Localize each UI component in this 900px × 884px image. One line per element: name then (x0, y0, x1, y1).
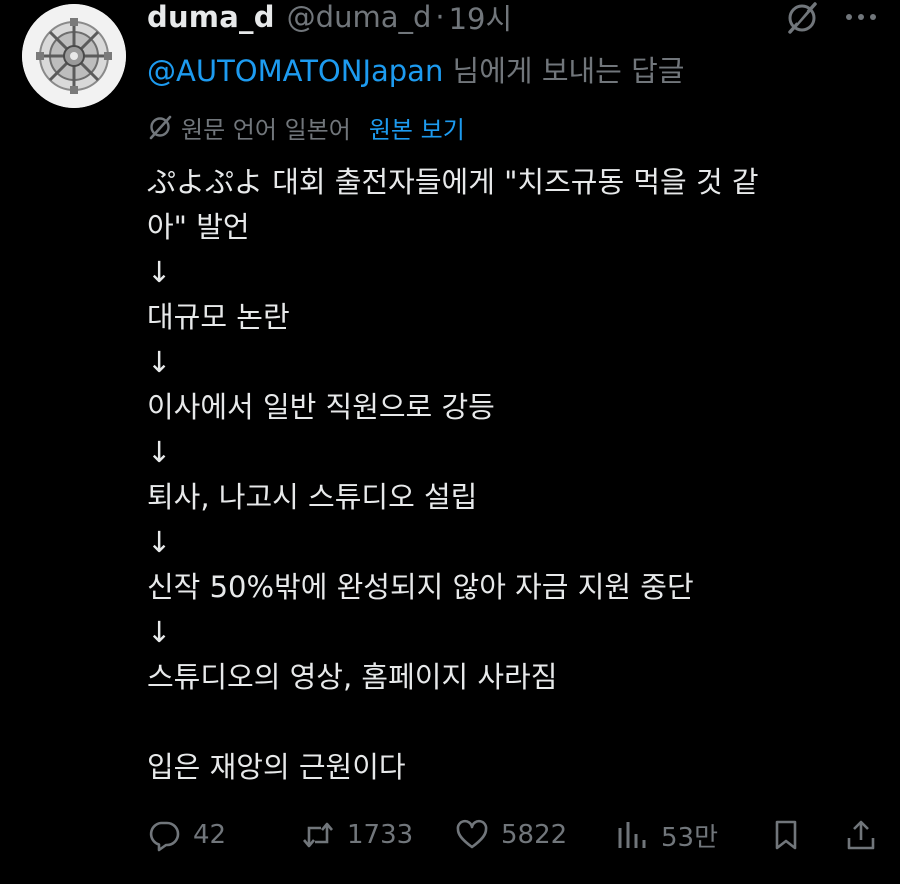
tweet-body: ぷよぷよ 대회 출전자들에게 "치즈규동 먹을 것 같 아" 발언 ↓ 대규모 … (147, 160, 867, 790)
body-line: 아" 발언 (147, 210, 250, 244)
show-original-link[interactable]: 원본 보기 (369, 110, 465, 145)
body-line: ぷよぷよ 대회 출전자들에게 "치즈규동 먹을 것 같 (147, 165, 759, 199)
more-options-icon[interactable] (843, 2, 879, 32)
bookmark-button[interactable] (769, 812, 803, 858)
action-bar: 42 1733 5822 53만 (147, 812, 882, 858)
repost-count: 1733 (347, 820, 414, 850)
separator-dot: · (435, 0, 445, 34)
like-button[interactable]: 5822 (455, 812, 567, 858)
timestamp[interactable]: 19시 (449, 0, 513, 38)
bookmark-icon (775, 820, 797, 850)
repost-button[interactable]: 1733 (301, 812, 413, 858)
views-count: 53만 (661, 822, 719, 853)
reply-count: 42 (193, 820, 227, 850)
display-name[interactable]: duma_d (147, 0, 275, 34)
body-line: ↓ (147, 255, 172, 289)
body-blank-line (147, 700, 867, 745)
translation-source-label: 원문 언어 일본어 (181, 115, 351, 144)
body-line: 스튜디오의 영상, 홈페이지 사라짐 (147, 660, 558, 694)
tweet-header: duma_d @duma_d · 19시 (147, 0, 512, 36)
body-line: 대규모 논란 (147, 300, 290, 334)
translation-info: 원문 언어 일본어 원본 보기 (147, 110, 465, 144)
grok-icon[interactable] (784, 0, 820, 36)
body-line: ↓ (147, 435, 172, 469)
like-icon (456, 819, 488, 849)
body-line: ↓ (147, 615, 172, 649)
repost-icon (303, 822, 333, 848)
reply-icon (149, 821, 180, 852)
views-icon (618, 822, 646, 848)
views-button[interactable]: 53만 (615, 812, 718, 858)
reply-mention-link[interactable]: @AUTOMATONJapan (147, 54, 443, 88)
like-count: 5822 (501, 820, 568, 850)
body-line: ↓ (147, 345, 172, 379)
body-line: 퇴사, 나고시 스튜디오 설립 (147, 480, 478, 514)
reply-button[interactable]: 42 (147, 812, 226, 858)
reply-context: @AUTOMATONJapan 님에게 보내는 답글 (147, 48, 684, 90)
share-button[interactable] (844, 812, 878, 858)
body-line: 입은 재앙의 근원이다 (147, 750, 406, 784)
share-icon (847, 820, 875, 850)
avatar[interactable] (22, 4, 126, 108)
translate-icon (149, 115, 172, 140)
user-handle[interactable]: @duma_d (287, 0, 432, 34)
body-line: ↓ (147, 525, 172, 559)
reply-suffix: 님에게 보내는 답글 (443, 54, 685, 88)
body-line: 이사에서 일반 직원으로 강등 (147, 390, 495, 424)
body-line: 신작 50%밖에 완성되지 않아 자금 지원 중단 (147, 570, 694, 604)
